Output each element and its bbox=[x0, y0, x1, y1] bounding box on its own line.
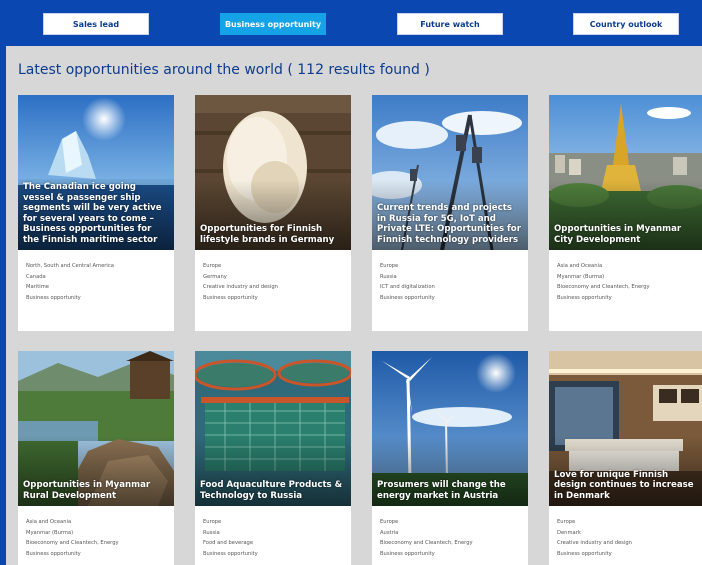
card-title[interactable]: Love for unique Finnish design continues… bbox=[554, 470, 700, 502]
opportunity-card[interactable]: Opportunities for Finnish lifestyle bran… bbox=[195, 95, 351, 331]
page-title: Latest opportunities around the world ( … bbox=[18, 62, 430, 78]
card-country: Denmark bbox=[557, 529, 581, 536]
card-country: Canada bbox=[26, 273, 46, 280]
icebreaker-ship-photo: The Canadian ice going vessel & passenge… bbox=[18, 95, 174, 250]
card-country: Russia bbox=[203, 529, 220, 536]
card-title[interactable]: The Canadian ice going vessel & passenge… bbox=[23, 182, 169, 245]
wind-turbines-photo: Prosumers will change the energy market … bbox=[372, 351, 528, 506]
opportunity-card[interactable]: Prosumers will change the energy market … bbox=[372, 351, 528, 565]
opportunity-card[interactable]: Opportunities in Myanmar City Developmen… bbox=[549, 95, 702, 331]
opportunity-card[interactable]: Current trends and projects in Russia fo… bbox=[372, 95, 528, 331]
card-meta: Europe Russia Food and beverage Business… bbox=[203, 517, 345, 560]
card-region: Europe bbox=[380, 519, 399, 525]
card-sector: Maritime bbox=[26, 284, 49, 291]
card-meta: Asia and Oceania Myanmar (Burma) Bioecon… bbox=[26, 517, 168, 560]
card-type: Business opportunity bbox=[380, 551, 435, 558]
card-type: Business opportunity bbox=[380, 295, 435, 302]
card-title[interactable]: Opportunities for Finnish lifestyle bran… bbox=[200, 224, 346, 245]
card-country: Germany bbox=[203, 273, 227, 280]
card-meta: North, South and Central America Canada … bbox=[26, 261, 168, 304]
card-meta: Europe Austria Bioeconomy and Cleantech,… bbox=[380, 517, 522, 560]
page-frame: Sales lead Business opportunity Future w… bbox=[6, 6, 702, 565]
card-region: Asia and Oceania bbox=[26, 519, 72, 525]
card-meta: Europe Russia ICT and digitalization Bus… bbox=[380, 261, 522, 304]
card-type: Business opportunity bbox=[26, 295, 81, 302]
card-sector: Food and beverage bbox=[203, 540, 254, 547]
top-navigation: Sales lead Business opportunity Future w… bbox=[6, 6, 702, 46]
card-title[interactable]: Prosumers will change the energy market … bbox=[377, 480, 523, 501]
card-meta: Europe Denmark Creative industry and des… bbox=[557, 517, 699, 560]
card-country: Myanmar (Burma) bbox=[26, 529, 74, 536]
card-region: Europe bbox=[203, 263, 222, 269]
card-title[interactable]: Opportunities in Myanmar Rural Developme… bbox=[23, 480, 169, 501]
card-meta: Asia and Oceania Myanmar (Burma) Bioecon… bbox=[557, 261, 699, 304]
card-sector: ICT and digitalization bbox=[380, 284, 435, 291]
card-type: Business opportunity bbox=[203, 551, 258, 558]
card-sector: Bioeconomy and Cleantech, Energy bbox=[557, 284, 650, 291]
card-type: Business opportunity bbox=[203, 295, 258, 302]
opportunity-card[interactable]: Opportunities in Myanmar Rural Developme… bbox=[18, 351, 174, 565]
card-title[interactable]: Opportunities in Myanmar City Developmen… bbox=[554, 224, 700, 245]
card-sector: Creative industry and design bbox=[557, 540, 632, 547]
pagoda-city-photo: Opportunities in Myanmar City Developmen… bbox=[549, 95, 702, 250]
card-type: Business opportunity bbox=[26, 551, 81, 558]
card-region: Europe bbox=[380, 263, 399, 269]
opportunity-card[interactable]: Love for unique Finnish design continues… bbox=[549, 351, 702, 565]
nav-tab-country-outlook[interactable]: Country outlook bbox=[573, 13, 679, 35]
nav-tab-sales-lead[interactable]: Sales lead bbox=[43, 13, 149, 35]
opportunity-card[interactable]: The Canadian ice going vessel & passenge… bbox=[18, 95, 174, 331]
nav-tab-future-watch[interactable]: Future watch bbox=[397, 13, 503, 35]
card-region: North, South and Central America bbox=[26, 263, 114, 269]
card-country: Austria bbox=[380, 529, 399, 536]
opportunity-card[interactable]: Food Aquaculture Products & Technology t… bbox=[195, 351, 351, 565]
card-region: Europe bbox=[557, 519, 576, 525]
card-type: Business opportunity bbox=[557, 295, 612, 302]
cell-tower-photo: Current trends and projects in Russia fo… bbox=[372, 95, 528, 250]
rural-village-photo: Opportunities in Myanmar Rural Developme… bbox=[18, 351, 174, 506]
living-room-photo: Love for unique Finnish design continues… bbox=[549, 351, 702, 506]
card-sector: Bioeconomy and Cleantech, Energy bbox=[380, 540, 473, 547]
card-region: Asia and Oceania bbox=[557, 263, 603, 269]
card-sector: Creative industry and design bbox=[203, 284, 278, 291]
card-meta: Europe Germany Creative industry and des… bbox=[203, 261, 345, 304]
card-sector: Bioeconomy and Cleantech, Energy bbox=[26, 540, 119, 547]
nav-tab-business-opportunity[interactable]: Business opportunity bbox=[220, 13, 326, 35]
card-type: Business opportunity bbox=[557, 551, 612, 558]
card-title[interactable]: Food Aquaculture Products & Technology t… bbox=[200, 480, 346, 501]
card-country: Myanmar (Burma) bbox=[557, 273, 605, 280]
card-title[interactable]: Current trends and projects in Russia fo… bbox=[377, 203, 523, 245]
card-country: Russia bbox=[380, 273, 397, 280]
fish-farm-nets-photo: Food Aquaculture Products & Technology t… bbox=[195, 351, 351, 506]
card-region: Europe bbox=[203, 519, 222, 525]
sheepskin-photo: Opportunities for Finnish lifestyle bran… bbox=[195, 95, 351, 250]
